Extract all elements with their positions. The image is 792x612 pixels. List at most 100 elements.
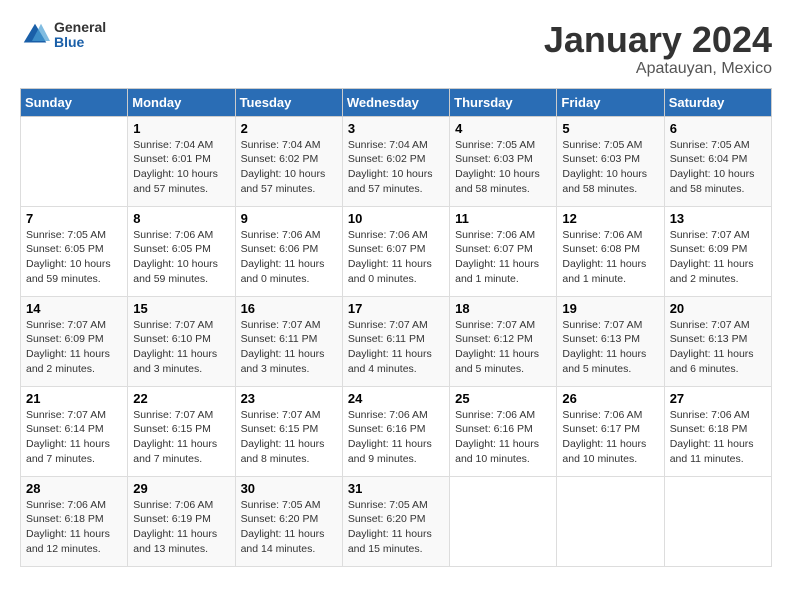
calendar-cell: 29Sunrise: 7:06 AMSunset: 6:19 PMDayligh… xyxy=(128,476,235,566)
day-info: Sunrise: 7:06 AMSunset: 6:17 PMDaylight:… xyxy=(562,408,658,467)
calendar-cell: 9Sunrise: 7:06 AMSunset: 6:06 PMDaylight… xyxy=(235,206,342,296)
day-number: 17 xyxy=(348,301,444,316)
day-info: Sunrise: 7:06 AMSunset: 6:18 PMDaylight:… xyxy=(670,408,766,467)
calendar-header: Sunday Monday Tuesday Wednesday Thursday… xyxy=(21,88,772,116)
day-number: 10 xyxy=(348,211,444,226)
calendar-table: Sunday Monday Tuesday Wednesday Thursday… xyxy=(20,88,772,567)
day-info: Sunrise: 7:06 AMSunset: 6:18 PMDaylight:… xyxy=(26,498,122,557)
calendar-cell: 24 Sunrise: 7:06 AMSunset: 6:16 PMDayligh… xyxy=(342,386,449,476)
day-info: Sunrise: 7:05 AMSunset: 6:04 PMDaylight:… xyxy=(670,138,766,197)
calendar-cell xyxy=(557,476,664,566)
col-friday: Friday xyxy=(557,88,664,116)
day-info: Sunrise: 7:07 AMSunset: 6:10 PMDaylight:… xyxy=(133,318,229,377)
calendar-week-1: 1 Sunrise: 7:04 AMSunset: 6:01 PMDaylight… xyxy=(21,116,772,206)
calendar-cell xyxy=(664,476,771,566)
calendar-week-2: 7 Sunrise: 7:05 AMSunset: 6:05 PMDaylight… xyxy=(21,206,772,296)
logo-blue-text: Blue xyxy=(54,35,106,50)
location-subtitle: Apatauyan, Mexico xyxy=(544,60,772,78)
day-number: 21 xyxy=(26,391,122,406)
day-info: Sunrise: 7:05 AMSunset: 6:20 PMDaylight:… xyxy=(241,498,337,557)
calendar-cell: 12Sunrise: 7:06 AMSunset: 6:08 PMDayligh… xyxy=(557,206,664,296)
day-number: 3 xyxy=(348,121,444,136)
day-info: Sunrise: 7:04 AMSunset: 6:02 PMDaylight:… xyxy=(241,138,337,197)
col-wednesday: Wednesday xyxy=(342,88,449,116)
calendar-cell: 1 Sunrise: 7:04 AMSunset: 6:01 PMDaylight… xyxy=(128,116,235,206)
day-number: 18 xyxy=(455,301,551,316)
logo-general-text: General xyxy=(54,20,106,35)
calendar-cell: 18 Sunrise: 7:07 AMSunset: 6:12 PMDayligh… xyxy=(450,296,557,386)
day-number: 22 xyxy=(133,391,229,406)
calendar-cell: 13 Sunrise: 7:07 AMSunset: 6:09 PMDayligh… xyxy=(664,206,771,296)
day-number: 24 xyxy=(348,391,444,406)
day-number: 5 xyxy=(562,121,658,136)
logo-text: General Blue xyxy=(54,20,106,51)
calendar-cell: 6 Sunrise: 7:05 AMSunset: 6:04 PMDaylight… xyxy=(664,116,771,206)
calendar-cell: 11Sunrise: 7:06 AMSunset: 6:07 PMDayligh… xyxy=(450,206,557,296)
calendar-cell: 30 Sunrise: 7:05 AMSunset: 6:20 PMDayligh… xyxy=(235,476,342,566)
calendar-week-4: 21Sunrise: 7:07 AMSunset: 6:14 PMDayligh… xyxy=(21,386,772,476)
calendar-cell: 5Sunrise: 7:05 AMSunset: 6:03 PMDaylight… xyxy=(557,116,664,206)
day-number: 30 xyxy=(241,481,337,496)
calendar-cell: 14Sunrise: 7:07 AMSunset: 6:09 PMDayligh… xyxy=(21,296,128,386)
day-number: 7 xyxy=(26,211,122,226)
col-saturday: Saturday xyxy=(664,88,771,116)
logo: General Blue xyxy=(20,20,106,51)
day-number: 8 xyxy=(133,211,229,226)
day-info: Sunrise: 7:07 AMSunset: 6:12 PMDaylight:… xyxy=(455,318,551,377)
col-thursday: Thursday xyxy=(450,88,557,116)
day-info: Sunrise: 7:04 AMSunset: 6:01 PMDaylight:… xyxy=(133,138,229,197)
calendar-cell xyxy=(450,476,557,566)
calendar-cell: 19 Sunrise: 7:07 AMSunset: 6:13 PMDayligh… xyxy=(557,296,664,386)
day-number: 31 xyxy=(348,481,444,496)
day-info: Sunrise: 7:07 AMSunset: 6:11 PMDaylight:… xyxy=(241,318,337,377)
calendar-cell: 31Sunrise: 7:05 AMSunset: 6:20 PMDayligh… xyxy=(342,476,449,566)
calendar-cell: 2 Sunrise: 7:04 AMSunset: 6:02 PMDaylight… xyxy=(235,116,342,206)
day-number: 1 xyxy=(133,121,229,136)
header-row: Sunday Monday Tuesday Wednesday Thursday… xyxy=(21,88,772,116)
day-number: 20 xyxy=(670,301,766,316)
day-number: 23 xyxy=(241,391,337,406)
day-info: Sunrise: 7:07 AMSunset: 6:13 PMDaylight:… xyxy=(670,318,766,377)
title-area: January 2024 Apatauyan, Mexico xyxy=(544,20,772,78)
day-info: Sunrise: 7:07 AMSunset: 6:11 PMDaylight:… xyxy=(348,318,444,377)
calendar-cell xyxy=(21,116,128,206)
day-info: Sunrise: 7:07 AMSunset: 6:15 PMDaylight:… xyxy=(133,408,229,467)
day-info: Sunrise: 7:06 AMSunset: 6:07 PMDaylight:… xyxy=(348,228,444,287)
day-info: Sunrise: 7:07 AMSunset: 6:15 PMDaylight:… xyxy=(241,408,337,467)
day-info: Sunrise: 7:07 AMSunset: 6:09 PMDaylight:… xyxy=(26,318,122,377)
calendar-cell: 17 Sunrise: 7:07 AMSunset: 6:11 PMDayligh… xyxy=(342,296,449,386)
day-info: Sunrise: 7:07 AMSunset: 6:13 PMDaylight:… xyxy=(562,318,658,377)
day-number: 29 xyxy=(133,481,229,496)
day-number: 2 xyxy=(241,121,337,136)
calendar-cell: 28 Sunrise: 7:06 AMSunset: 6:18 PMDayligh… xyxy=(21,476,128,566)
calendar-cell: 25Sunrise: 7:06 AMSunset: 6:16 PMDayligh… xyxy=(450,386,557,476)
day-number: 19 xyxy=(562,301,658,316)
calendar-cell: 27 Sunrise: 7:06 AMSunset: 6:18 PMDayligh… xyxy=(664,386,771,476)
calendar-cell: 4 Sunrise: 7:05 AMSunset: 6:03 PMDaylight… xyxy=(450,116,557,206)
day-info: Sunrise: 7:07 AMSunset: 6:09 PMDaylight:… xyxy=(670,228,766,287)
day-info: Sunrise: 7:06 AMSunset: 6:05 PMDaylight:… xyxy=(133,228,229,287)
day-number: 6 xyxy=(670,121,766,136)
calendar-cell: 21Sunrise: 7:07 AMSunset: 6:14 PMDayligh… xyxy=(21,386,128,476)
calendar-cell: 16Sunrise: 7:07 AMSunset: 6:11 PMDayligh… xyxy=(235,296,342,386)
calendar-cell: 15Sunrise: 7:07 AMSunset: 6:10 PMDayligh… xyxy=(128,296,235,386)
day-info: Sunrise: 7:06 AMSunset: 6:16 PMDaylight:… xyxy=(455,408,551,467)
day-number: 28 xyxy=(26,481,122,496)
col-monday: Monday xyxy=(128,88,235,116)
day-info: Sunrise: 7:06 AMSunset: 6:16 PMDaylight:… xyxy=(348,408,444,467)
calendar-cell: 20 Sunrise: 7:07 AMSunset: 6:13 PMDayligh… xyxy=(664,296,771,386)
day-number: 11 xyxy=(455,211,551,226)
day-info: Sunrise: 7:04 AMSunset: 6:02 PMDaylight:… xyxy=(348,138,444,197)
calendar-week-3: 14Sunrise: 7:07 AMSunset: 6:09 PMDayligh… xyxy=(21,296,772,386)
day-number: 27 xyxy=(670,391,766,406)
day-info: Sunrise: 7:05 AMSunset: 6:03 PMDaylight:… xyxy=(455,138,551,197)
logo-icon xyxy=(20,20,50,50)
day-number: 4 xyxy=(455,121,551,136)
day-info: Sunrise: 7:05 AMSunset: 6:05 PMDaylight:… xyxy=(26,228,122,287)
month-title: January 2024 xyxy=(544,20,772,60)
calendar-body: 1 Sunrise: 7:04 AMSunset: 6:01 PMDaylight… xyxy=(21,116,772,566)
calendar-cell: 23 Sunrise: 7:07 AMSunset: 6:15 PMDayligh… xyxy=(235,386,342,476)
calendar-cell: 7 Sunrise: 7:05 AMSunset: 6:05 PMDaylight… xyxy=(21,206,128,296)
calendar-cell: 10 Sunrise: 7:06 AMSunset: 6:07 PMDayligh… xyxy=(342,206,449,296)
day-number: 13 xyxy=(670,211,766,226)
